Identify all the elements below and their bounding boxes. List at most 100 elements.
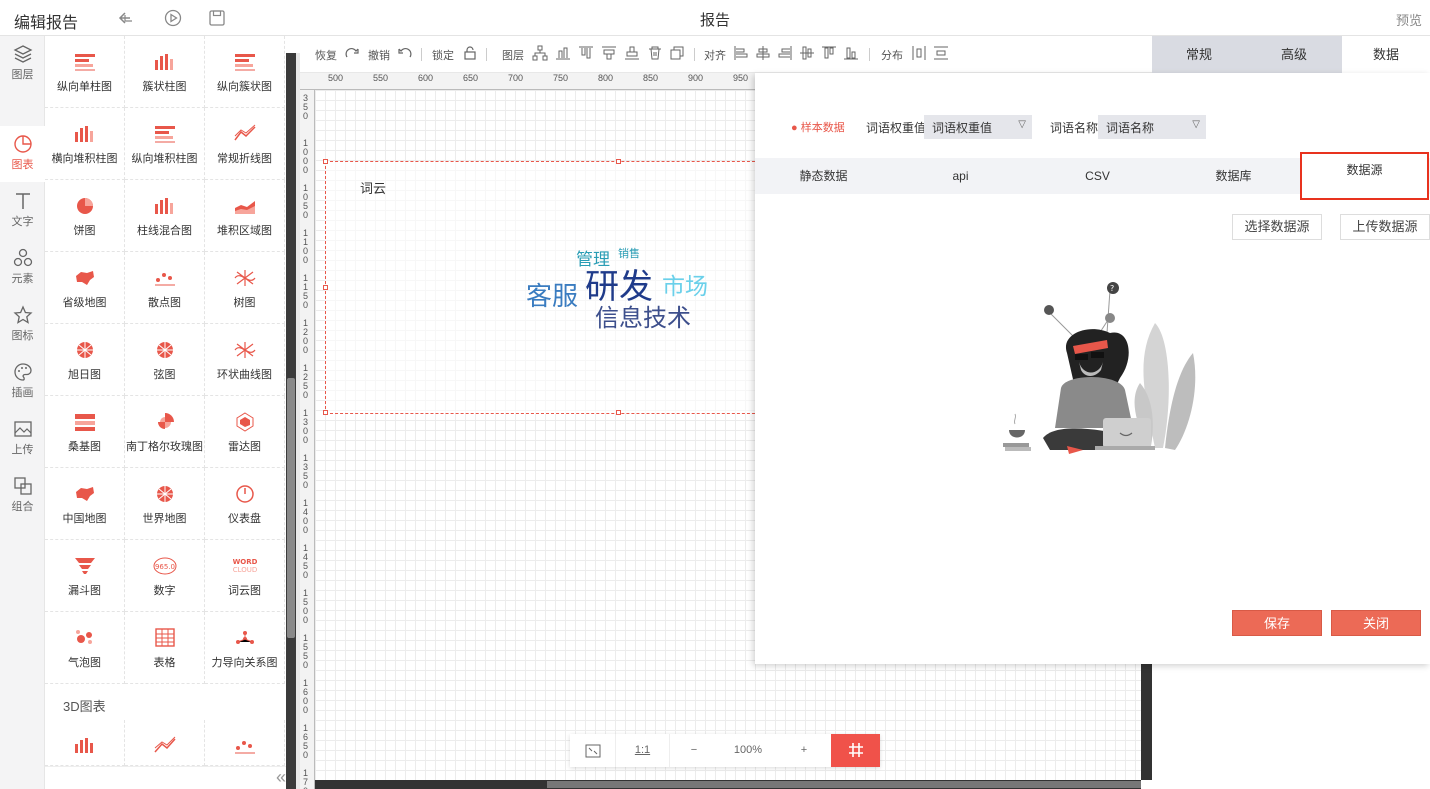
tab-advanced[interactable]: 高级 xyxy=(1246,36,1342,73)
fit-screen-button[interactable] xyxy=(570,734,616,767)
rail-item-text[interactable]: 文字 xyxy=(0,183,45,239)
palette-item[interactable]: 桑基图 xyxy=(45,396,125,468)
bring-front-icon[interactable] xyxy=(601,45,617,61)
palette-item[interactable]: 南丁格尔玫瑰图 xyxy=(125,396,205,468)
lock-button[interactable]: 锁定 xyxy=(432,47,454,63)
zoom-in-button[interactable]: + xyxy=(778,734,830,767)
tab-database[interactable]: 数据库 xyxy=(1166,158,1301,194)
wordcloud-widget[interactable]: 词云 管理 销售 客服 研发 市场 信息技术 xyxy=(323,159,765,415)
palette-scroll-thumb[interactable] xyxy=(287,378,295,638)
redo-icon[interactable] xyxy=(344,45,360,61)
palette-item[interactable]: 横向堆积柱图 xyxy=(45,108,125,180)
select-datasource-button[interactable]: 选择数据源 xyxy=(1232,214,1322,240)
palette-item[interactable]: 环状曲线图 xyxy=(205,324,285,396)
lock-icon[interactable] xyxy=(462,45,478,61)
palette-item[interactable]: 纵向单柱图 xyxy=(45,36,125,108)
palette-item[interactable]: 弦图 xyxy=(125,324,205,396)
zoom-out-button[interactable]: − xyxy=(670,734,718,767)
rail-item-upload[interactable]: 上传 xyxy=(0,411,45,467)
rail-item-layers[interactable]: 图层 xyxy=(0,36,45,92)
palette-item-3d-bar[interactable] xyxy=(45,720,125,766)
save-button[interactable]: 保存 xyxy=(1232,610,1322,636)
actual-size-button[interactable]: 1:1 xyxy=(616,734,670,767)
palette-item[interactable]: 堆积区域图 xyxy=(205,180,285,252)
palette-item[interactable]: WORD CLOUD 词云图 xyxy=(205,540,285,612)
align-left-icon[interactable] xyxy=(733,45,749,61)
palette-item[interactable]: 气泡图 xyxy=(45,612,125,684)
layer-structure-icon[interactable] xyxy=(532,45,548,61)
palette-item[interactable]: 散点图 xyxy=(125,252,205,324)
palette-item[interactable]: 常规折线图 xyxy=(205,108,285,180)
palette-item[interactable]: 柱线混合图 xyxy=(125,180,205,252)
rose-icon xyxy=(157,413,174,429)
undo-icon[interactable] xyxy=(118,9,136,27)
preview-button[interactable]: 预览 xyxy=(1396,10,1422,29)
tab-static-data[interactable]: 静态数据 xyxy=(755,158,892,194)
name-select[interactable]: 词语名称 ▽ xyxy=(1098,115,1206,139)
restore-button[interactable]: 恢复 xyxy=(315,47,337,63)
palette-item[interactable]: 仪表盘 xyxy=(205,468,285,540)
distribute-v-icon[interactable] xyxy=(933,45,949,61)
palette-item-3d-line[interactable] xyxy=(125,720,205,766)
collapse-left-icon[interactable]: « xyxy=(276,767,286,788)
undo-button[interactable]: 撤销 xyxy=(368,47,390,63)
tab-data[interactable]: 数据 xyxy=(1342,36,1430,73)
palette-item[interactable]: 树图 xyxy=(205,252,285,324)
resize-handle[interactable] xyxy=(323,285,328,290)
tab-csv[interactable]: CSV xyxy=(1029,158,1166,194)
palette-item-3d-scatter[interactable] xyxy=(205,720,285,766)
distribute-button[interactable]: 分布 xyxy=(881,47,903,63)
canvas-horizontal-scrollbar[interactable] xyxy=(315,780,1141,789)
rail-item-illustrations[interactable]: 插画 xyxy=(0,354,45,410)
palette-item[interactable]: 纵向堆积柱图 xyxy=(125,108,205,180)
align-top-icon[interactable] xyxy=(555,45,571,61)
tab-api[interactable]: api xyxy=(892,158,1029,194)
align-middle-icon[interactable] xyxy=(799,45,815,61)
palette-item-label: 常规折线图 xyxy=(217,153,272,165)
upload-datasource-button[interactable]: 上传数据源 xyxy=(1340,214,1430,240)
tab-general[interactable]: 常规 xyxy=(1152,36,1246,73)
align-right-icon[interactable] xyxy=(777,45,793,61)
copy-icon[interactable] xyxy=(669,45,685,61)
palette-item[interactable]: 965.0 数字 xyxy=(125,540,205,612)
send-back-icon[interactable] xyxy=(624,45,640,61)
align-top2-icon[interactable] xyxy=(821,45,837,61)
trash-icon[interactable] xyxy=(647,45,663,61)
palette-item[interactable]: 纵向簇状图 xyxy=(205,36,285,108)
align-bottom-icon[interactable] xyxy=(578,45,594,61)
rail-item-group[interactable]: 组合 xyxy=(0,468,45,524)
palette-item[interactable]: 旭日图 xyxy=(45,324,125,396)
palette-item[interactable]: 簇状柱图 xyxy=(125,36,205,108)
palette-item[interactable]: 饼图 xyxy=(45,180,125,252)
palette-scrollbar[interactable] xyxy=(286,53,296,789)
resize-handle[interactable] xyxy=(323,159,328,164)
align-center-h-icon[interactable] xyxy=(755,45,771,61)
align-bottom2-icon[interactable] xyxy=(843,45,859,61)
rail-item-elements[interactable]: 元素 xyxy=(0,240,45,296)
close-button[interactable]: 关闭 xyxy=(1331,610,1421,636)
distribute-h-icon[interactable] xyxy=(911,45,927,61)
palette-item[interactable]: 省级地图 xyxy=(45,252,125,324)
resize-handle[interactable] xyxy=(616,410,621,415)
palette-item[interactable]: 雷达图 xyxy=(205,396,285,468)
align-button[interactable]: 对齐 xyxy=(704,47,726,63)
palette-item[interactable]: 漏斗图 xyxy=(45,540,125,612)
resize-handle[interactable] xyxy=(616,159,621,164)
save-icon[interactable] xyxy=(208,9,226,27)
undo-arrow-icon[interactable] xyxy=(397,45,413,61)
weight-select[interactable]: 词语权重值 ▽ xyxy=(924,115,1032,139)
palette-item[interactable]: 中国地图 xyxy=(45,468,125,540)
palette-item[interactable]: 世界地图 xyxy=(125,468,205,540)
resize-handle[interactable] xyxy=(323,410,328,415)
layer-button[interactable]: 图层 xyxy=(502,47,524,63)
rail-item-charts[interactable]: 图表 xyxy=(0,126,45,182)
rail-item-icons[interactable]: 图标 xyxy=(0,297,45,353)
canvas-scroll-thumb[interactable] xyxy=(547,781,1141,788)
play-icon[interactable] xyxy=(164,9,182,27)
svg-text:965.0: 965.0 xyxy=(154,563,174,571)
tab-datasource[interactable]: 数据源 xyxy=(1300,152,1429,200)
bubble-icon xyxy=(75,630,92,644)
grid-toggle-button[interactable] xyxy=(831,734,880,767)
palette-item[interactable]: 表格 xyxy=(125,612,205,684)
palette-item[interactable]: 力导向关系图 xyxy=(205,612,285,684)
